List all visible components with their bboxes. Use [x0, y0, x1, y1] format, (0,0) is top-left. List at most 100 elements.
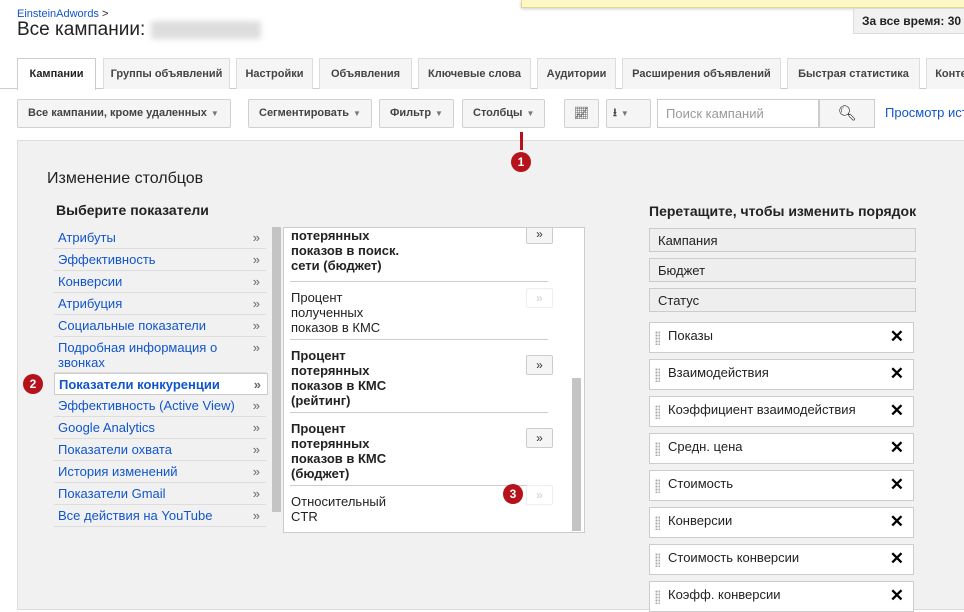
- category-item[interactable]: Показатели конкуренции »: [54, 373, 268, 395]
- category-item[interactable]: Подробная информация о звонках »: [54, 337, 266, 373]
- chevron-right-icon: »: [252, 442, 260, 457]
- column-label: Средн. цена: [668, 439, 743, 454]
- order-heading: Перетащите, чтобы изменить порядок: [649, 203, 917, 219]
- caret-down-icon: ▼: [620, 109, 629, 118]
- caret-down-icon: ▼: [353, 109, 361, 118]
- category-item[interactable]: Конверсии »: [54, 271, 266, 293]
- category-item[interactable]: Показатели охвата »: [54, 439, 266, 461]
- metric-item: Процент потерянных показов в КМС (бюджет…: [290, 413, 548, 486]
- drag-handle-icon[interactable]: [655, 405, 660, 419]
- search-button[interactable]: 🔍︎: [819, 99, 875, 128]
- fixed-column-item: Бюджет: [649, 258, 916, 282]
- selected-column-item[interactable]: Коэффициент взаимодействия ✕: [649, 396, 914, 427]
- download-dropdown[interactable]: ⭳ ▼: [606, 99, 651, 128]
- tab-0[interactable]: Кампании: [17, 58, 96, 90]
- chevron-right-icon: »: [252, 340, 260, 355]
- category-item[interactable]: История изменений »: [54, 461, 266, 483]
- add-column-button[interactable]: »: [526, 485, 553, 505]
- drag-handle-icon[interactable]: [655, 516, 660, 530]
- category-item[interactable]: Показатели Gmail »: [54, 483, 266, 505]
- tab-2[interactable]: Настройки: [236, 58, 313, 89]
- category-item[interactable]: Эффективность (Active View) »: [54, 395, 266, 417]
- column-label: Коэфф. конверсии: [668, 587, 781, 602]
- category-label: Google Analytics: [58, 420, 155, 435]
- chevron-right-icon: »: [252, 274, 260, 289]
- caret-down-icon: ▼: [526, 109, 535, 118]
- remove-icon[interactable]: ✕: [890, 439, 904, 456]
- drag-handle-icon[interactable]: [655, 553, 660, 567]
- caret-down-icon: ▼: [435, 109, 443, 118]
- selected-column-item[interactable]: Стоимость ✕: [649, 470, 914, 501]
- metric-item: потерянных показов в поиск. сети (бюджет…: [290, 228, 548, 282]
- chevron-right-icon: »: [252, 508, 260, 523]
- add-column-button[interactable]: »: [526, 355, 553, 375]
- annotation-badge-2: 2: [23, 374, 43, 394]
- category-item[interactable]: Эффективность »: [54, 249, 266, 271]
- selected-column-item[interactable]: Конверсии ✕: [649, 507, 914, 538]
- tab-3[interactable]: Объявления: [319, 58, 412, 89]
- drag-handle-icon[interactable]: [655, 590, 660, 604]
- add-column-button[interactable]: »: [526, 288, 553, 308]
- date-range-button[interactable]: За все время: 30: [853, 8, 964, 34]
- tab-7[interactable]: Быстрая статистика: [787, 58, 920, 89]
- columns-dropdown[interactable]: Столбцы ▼: [462, 99, 546, 128]
- campaign-filter-dropdown[interactable]: Все кампании, кроме удаленных ▼: [17, 99, 231, 128]
- remove-icon[interactable]: ✕: [890, 476, 904, 493]
- drag-handle-icon[interactable]: [655, 479, 660, 493]
- filter-dropdown[interactable]: Фильтр ▼: [379, 99, 454, 128]
- remove-icon[interactable]: ✕: [890, 513, 904, 530]
- column-label: Стоимость конверсии: [668, 550, 800, 565]
- category-label: Атрибуция: [58, 296, 123, 311]
- segment-dropdown[interactable]: Сегментировать ▼: [248, 99, 372, 128]
- annotation-badge-1: 1: [511, 152, 531, 172]
- add-column-button[interactable]: »: [526, 428, 553, 448]
- remove-icon[interactable]: ✕: [890, 402, 904, 419]
- selected-column-item[interactable]: Стоимость конверсии ✕: [649, 544, 914, 575]
- chevron-right-icon: »: [252, 420, 260, 435]
- line-chart-icon: 📈︎: [573, 106, 590, 120]
- selected-column-item[interactable]: Коэфф. конверсии ✕: [649, 581, 914, 612]
- category-label: Подробная информация о звонках: [58, 340, 218, 370]
- metric-label: потерянных показов в поиск. сети (бюджет…: [291, 228, 400, 273]
- selected-column-item[interactable]: Взаимодействия ✕: [649, 359, 914, 390]
- annotation-arrow: [520, 132, 523, 150]
- panel-title: Изменение столбцов: [47, 170, 204, 187]
- notification-bar: [521, 0, 964, 8]
- chart-toggle-button[interactable]: 📈︎: [564, 99, 599, 128]
- fixed-column-item: Кампания: [649, 228, 916, 252]
- drag-handle-icon[interactable]: [655, 331, 660, 345]
- tab-5[interactable]: Аудитории: [537, 58, 616, 89]
- selected-column-item[interactable]: Показы ✕: [649, 322, 914, 353]
- drag-handle-icon[interactable]: [655, 442, 660, 456]
- tab-6[interactable]: Расширения объявлений: [622, 58, 781, 89]
- metrics-scrollbar[interactable]: [572, 378, 581, 531]
- category-item[interactable]: Атрибуты »: [54, 227, 266, 249]
- tab-1[interactable]: Группы объявлений: [103, 58, 230, 89]
- tab-4[interactable]: Ключевые слова: [418, 58, 531, 89]
- add-column-button[interactable]: »: [526, 228, 553, 244]
- download-icon: ⭳: [613, 107, 617, 119]
- view-history-link[interactable]: Просмотр ист: [885, 105, 964, 120]
- drag-handle-icon[interactable]: [655, 368, 660, 382]
- category-scrollbar[interactable]: [272, 227, 281, 512]
- chevron-right-icon: »: [253, 377, 261, 392]
- remove-icon[interactable]: ✕: [890, 328, 904, 345]
- remove-icon[interactable]: ✕: [890, 365, 904, 382]
- metric-label: Процент полученных показов в КМС: [291, 290, 381, 335]
- category-label: Атрибуты: [58, 230, 116, 245]
- tab-8[interactable]: Конте: [926, 58, 964, 89]
- column-label: Коэффициент взаимодействия: [668, 402, 856, 417]
- category-label: Все действия на YouTube: [58, 508, 213, 523]
- category-item[interactable]: Атрибуция »: [54, 293, 266, 315]
- category-item[interactable]: Социальные показатели »: [54, 315, 266, 337]
- remove-icon[interactable]: ✕: [890, 587, 904, 604]
- remove-icon[interactable]: ✕: [890, 550, 904, 567]
- column-label: Стоимость: [668, 476, 734, 491]
- chevron-right-icon: »: [252, 296, 260, 311]
- campaign-search-input[interactable]: Поиск кампаний: [657, 99, 819, 128]
- chevron-right-icon: »: [252, 464, 260, 479]
- metric-label: Процент потерянных показов в КМС (бюджет…: [291, 421, 387, 481]
- category-item[interactable]: Все действия на YouTube »: [54, 505, 266, 527]
- selected-column-item[interactable]: Средн. цена ✕: [649, 433, 914, 464]
- category-item[interactable]: Google Analytics »: [54, 417, 266, 439]
